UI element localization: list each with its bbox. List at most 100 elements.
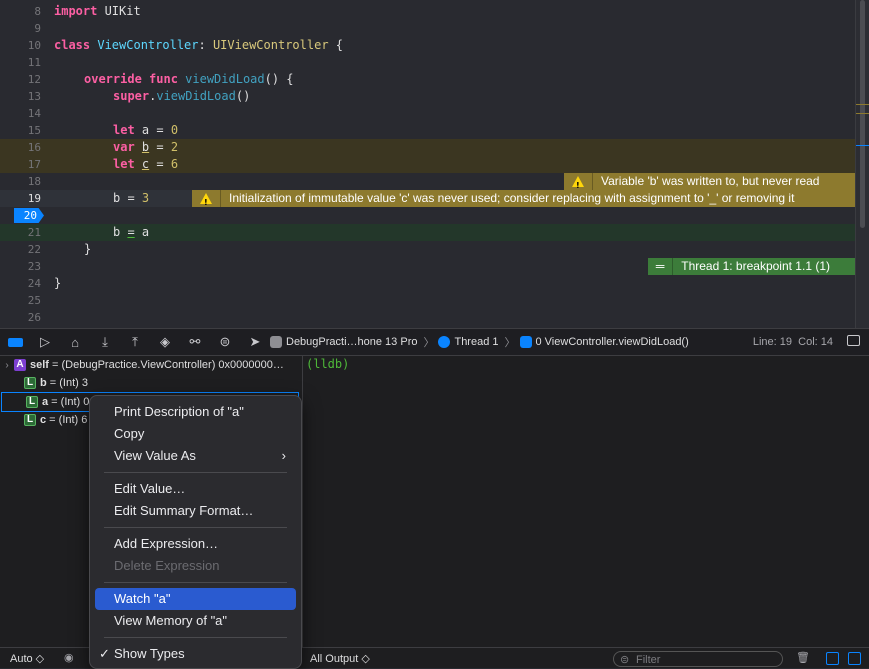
left-panel-toggle-icon[interactable]: [826, 652, 839, 665]
minimap-warning-marker: [856, 104, 869, 105]
trash-icon[interactable]: 🗑: [796, 651, 810, 664]
console-output[interactable]: (lldb): [303, 356, 869, 647]
menu-separator: [104, 527, 287, 528]
code-line-24[interactable]: }: [0, 275, 855, 292]
warning-icon: [572, 176, 584, 194]
menu-item-edit-value[interactable]: Edit Value…: [95, 478, 296, 500]
breadcrumb-thread[interactable]: Thread 1: [438, 336, 499, 348]
scheme-label: DebugPracti…hone 13 Pro: [286, 336, 418, 348]
variable-value: = (Int) 3: [46, 377, 89, 389]
keyword: class: [54, 38, 91, 52]
menu-item-view-memory[interactable]: View Memory of "a": [95, 610, 296, 632]
code-line-8[interactable]: import UIKit: [0, 3, 855, 20]
code-editor[interactable]: 8 9 10 11 12 13 14 15 16 17 18 19 21 22 23 24 25 26 impor…: [0, 0, 855, 328]
view-hierarchy-icon[interactable]: ◈: [150, 334, 180, 350]
chevron-right-icon: ›: [281, 448, 286, 463]
thread-annotation[interactable]: ═ Thread 1: breakpoint 1.1 (1): [648, 258, 855, 275]
code-text: b: [113, 225, 128, 239]
step-into-icon[interactable]: ⤓: [90, 334, 120, 350]
menu-item-add-expression[interactable]: Add Expression…: [95, 533, 296, 555]
menu-item-view-value-as[interactable]: View Value As ›: [95, 445, 296, 467]
line-number[interactable]: 11: [0, 54, 855, 71]
code-line-12[interactable]: override func viewDidLoad() {: [0, 71, 855, 88]
function-name: viewDidLoad: [156, 89, 236, 103]
function-name: viewDidLoad: [177, 72, 265, 86]
step-out-icon[interactable]: ⤒: [120, 334, 150, 350]
code-line-15[interactable]: let a = 0: [0, 122, 855, 139]
variable-row-b[interactable]: Lb = (Int) 3: [0, 374, 300, 392]
local-badge: L: [24, 377, 36, 390]
menu-separator: [104, 582, 287, 583]
keyword: override: [84, 72, 142, 86]
code-line-21[interactable]: b = a ═ Thread 1: breakpoint 1.1 (1): [0, 224, 855, 275]
keyword: var: [113, 140, 135, 154]
code-line-10[interactable]: class ViewController: UIViewController {: [0, 37, 855, 54]
step-over-icon[interactable]: ⌂: [60, 335, 90, 350]
code-line-13[interactable]: super.viewDidLoad(): [0, 88, 855, 105]
code-text: a: [134, 225, 150, 239]
frame-icon: [519, 336, 532, 348]
variable-row-self[interactable]: › Aself = (DebugPractice.ViewController) …: [0, 356, 300, 374]
output-filter-popup[interactable]: All Output ◇: [310, 652, 370, 665]
menu-item-edit-summary-format[interactable]: Edit Summary Format…: [95, 500, 296, 522]
filter-icon: ⊜: [620, 654, 630, 666]
memory-graph-icon[interactable]: ⚯: [180, 334, 210, 350]
minimap-warning-marker: [856, 113, 869, 114]
eye-icon[interactable]: ◉: [64, 651, 74, 664]
argument-badge: A: [14, 359, 26, 372]
code-line-16[interactable]: var b = 2 Variable 'b' was written to, b…: [0, 139, 855, 194]
code-text: () {: [264, 72, 294, 86]
local-badge: L: [26, 396, 38, 409]
code-text: (): [235, 89, 251, 103]
variable-name: self: [30, 359, 49, 371]
breadcrumb-frame[interactable]: 0 ViewController.viewDidLoad(): [519, 336, 689, 348]
auto-scope-popup[interactable]: Auto ◇: [10, 652, 44, 665]
disclosure-triangle-icon[interactable]: ›: [0, 357, 14, 374]
menu-item-delete-expression: Delete Expression: [114, 558, 220, 573]
line-number-label: 25: [27, 294, 41, 307]
keyword: func: [141, 72, 178, 86]
menu-item-show-types[interactable]: ✓ Show Types: [95, 643, 296, 665]
menu-item-copy[interactable]: Copy: [95, 423, 296, 445]
panel-toggle-icon[interactable]: [843, 335, 863, 349]
keyword: super: [113, 89, 150, 103]
line-number[interactable]: 25: [0, 292, 855, 309]
location-icon[interactable]: ➤: [240, 334, 270, 350]
frame-label: 0 ViewController.viewDidLoad(): [535, 336, 689, 348]
col-label: Col: 14: [798, 336, 833, 348]
filter-field[interactable]: ⊜ Filter: [613, 651, 783, 667]
editor-scrollbar[interactable]: [855, 0, 869, 328]
right-panel-toggle-icon[interactable]: [848, 652, 861, 665]
thread-icon: [438, 336, 451, 348]
continue-icon[interactable]: ▷: [30, 334, 60, 350]
keyword: import: [54, 4, 98, 18]
variable-value: = (DebugPractice.ViewController) 0x00000…: [48, 359, 284, 371]
code-text: a =: [134, 123, 171, 137]
code-text: }: [54, 276, 62, 290]
local-badge: L: [24, 414, 36, 427]
class-name: ViewController: [90, 38, 199, 52]
breadcrumb-scheme[interactable]: DebugPracti…hone 13 Pro: [270, 336, 417, 348]
breakpoint-toggle-icon[interactable]: [0, 335, 30, 350]
menu-item-print-description[interactable]: Print Description of "a": [95, 401, 296, 423]
menu-separator: [104, 472, 287, 473]
breakpoint-marker[interactable]: 20: [14, 208, 44, 223]
warning-annotation-b[interactable]: Variable 'b' was written to, but never r…: [564, 173, 855, 194]
superclass-name: UIViewController: [212, 38, 329, 52]
code-text: b =: [113, 191, 142, 205]
line-number[interactable]: 26: [0, 309, 855, 326]
code-text: UIKit: [97, 4, 141, 18]
code-text: }: [84, 242, 92, 256]
lldb-prompt: (lldb): [306, 357, 350, 371]
code-line-19[interactable]: b = 3: [0, 190, 855, 207]
menu-item-watch[interactable]: Watch "a": [95, 588, 296, 610]
code-line-17[interactable]: let c = 6 Initialization of immutable va…: [0, 156, 855, 211]
environment-icon[interactable]: ⊜: [210, 334, 240, 350]
code-line-22[interactable]: }: [0, 241, 855, 258]
debug-bar: ▷ ⌂ ⤓ ⤒ ◈ ⚯ ⊜ ➤ DebugPracti…hone 13 Pro …: [0, 328, 869, 356]
checkmark-icon: ✓: [99, 646, 110, 661]
line-number[interactable]: 14: [0, 105, 855, 122]
line-number[interactable]: 9: [0, 20, 855, 37]
line-number-label: 14: [27, 107, 41, 120]
scrollbar-thumb[interactable]: [860, 0, 865, 228]
